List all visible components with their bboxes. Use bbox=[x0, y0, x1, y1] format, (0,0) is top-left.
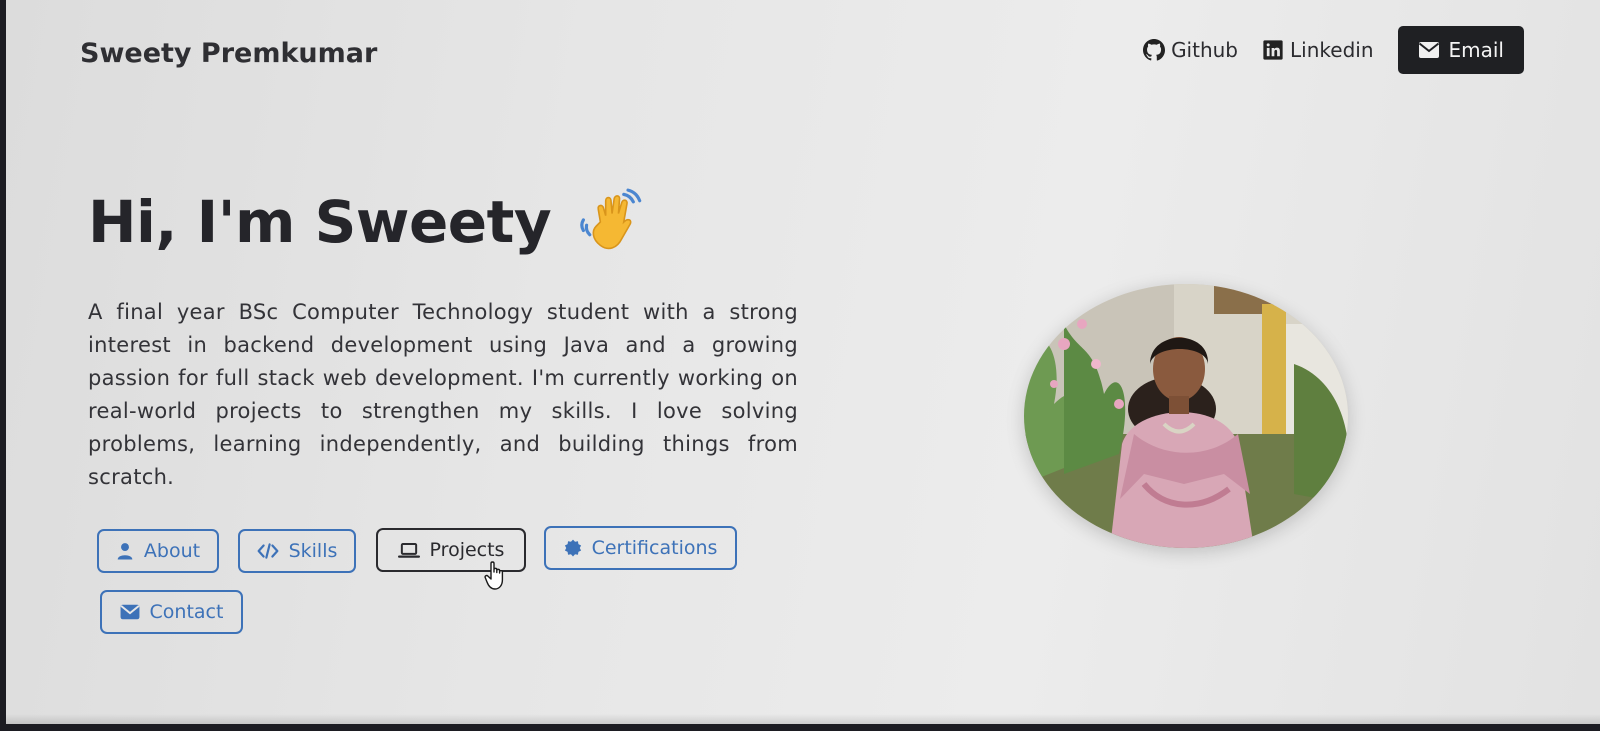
skills-button[interactable]: Skills bbox=[238, 529, 356, 573]
linkedin-icon bbox=[1263, 40, 1283, 60]
badge-icon bbox=[564, 539, 581, 557]
github-label: Github bbox=[1171, 38, 1239, 62]
contact-label: Contact bbox=[149, 601, 224, 623]
email-label: Email bbox=[1448, 38, 1505, 62]
waving-hand-icon bbox=[580, 188, 642, 250]
user-icon bbox=[117, 543, 133, 560]
about-label: About bbox=[143, 540, 201, 562]
about-button[interactable]: About bbox=[97, 529, 219, 573]
github-icon bbox=[1143, 39, 1166, 61]
envelope-icon bbox=[1418, 42, 1439, 58]
hand-pointer-cursor bbox=[484, 561, 504, 590]
site-brand[interactable]: Sweety Premkumar bbox=[80, 38, 377, 69]
linkedin-link[interactable]: Linkedin bbox=[1262, 38, 1374, 62]
email-button[interactable]: Email bbox=[1397, 26, 1524, 74]
projects-label: Projects bbox=[429, 539, 505, 561]
browser-viewport: Sweety Premkumar Github Linkedin Email H… bbox=[6, 0, 1600, 724]
skills-label: Skills bbox=[288, 540, 338, 562]
certifications-label: Certifications bbox=[591, 537, 718, 559]
github-link[interactable]: Github bbox=[1143, 38, 1238, 62]
laptop-icon bbox=[397, 542, 420, 558]
hero-title-text: Hi, I'm Sweety bbox=[88, 188, 552, 256]
envelope-icon bbox=[120, 604, 140, 620]
linkedin-label: Linkedin bbox=[1290, 38, 1374, 62]
contact-button[interactable]: Contact bbox=[100, 590, 243, 634]
hero-bio: A final year BSc Computer Technology stu… bbox=[88, 300, 798, 489]
code-icon bbox=[257, 543, 279, 559]
certifications-button[interactable]: Certifications bbox=[544, 526, 737, 570]
top-nav: Github Linkedin Email bbox=[1143, 26, 1524, 74]
hero-heading: Hi, I'm Sweety bbox=[88, 188, 645, 256]
profile-photo bbox=[1024, 284, 1348, 548]
